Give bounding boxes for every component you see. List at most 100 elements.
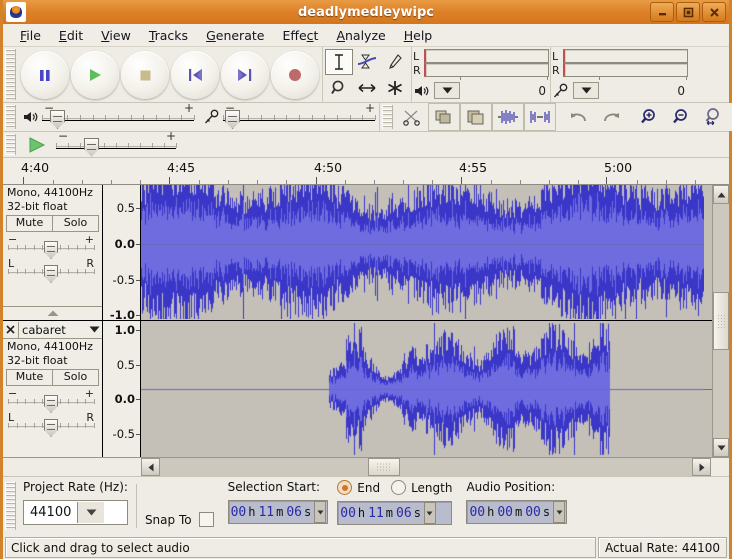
input-meter-menu-button[interactable] xyxy=(573,82,599,99)
pan-thumb[interactable] xyxy=(44,265,58,283)
vertical-scrollbar-track[interactable] xyxy=(713,204,729,438)
selection-end-spinner[interactable] xyxy=(424,502,436,524)
skip-to-end-button[interactable] xyxy=(221,51,269,99)
solo-button[interactable]: Solo xyxy=(53,369,99,386)
scroll-down-icon[interactable] xyxy=(713,438,729,457)
input-volume-slider[interactable]: − + xyxy=(223,106,375,128)
track-waveform[interactable] xyxy=(141,321,712,457)
scroll-up-icon[interactable] xyxy=(713,185,729,204)
selection-start-field[interactable]: 00 h 11 m 06 s xyxy=(228,500,329,524)
track-control-panel[interactable]: Mono, 44100Hz 32-bit float Mute Solo − + xyxy=(3,185,103,320)
input-volume-thumb[interactable] xyxy=(225,110,240,129)
horizontal-scrollbar[interactable] xyxy=(3,457,729,476)
track-pan-slider[interactable]: L R xyxy=(8,260,94,284)
window-title: deadlymedleywipc xyxy=(3,5,729,20)
cut-button[interactable] xyxy=(396,103,428,131)
menu-help[interactable]: Help xyxy=(395,26,442,45)
snap-to-checkbox[interactable] xyxy=(199,512,214,527)
playback-speed-slider[interactable]: − + xyxy=(56,134,176,156)
menu-view[interactable]: View xyxy=(92,26,140,45)
track-collapse-button[interactable] xyxy=(3,306,102,320)
timeline-ruler-row: 4:404:454:504:555:00 xyxy=(3,158,729,185)
record-button[interactable] xyxy=(271,51,319,99)
skip-to-start-button[interactable] xyxy=(171,51,219,99)
timeline-ruler[interactable]: 4:404:454:504:555:00 xyxy=(11,158,712,184)
track-gain-slider[interactable]: − + xyxy=(8,236,94,260)
stop-button[interactable] xyxy=(121,51,169,99)
track-gain-slider[interactable]: − + xyxy=(8,390,94,414)
paste-button[interactable] xyxy=(460,103,492,131)
scroll-right-icon[interactable] xyxy=(692,458,711,476)
time-shift-tool[interactable] xyxy=(353,75,381,101)
timeline-label: 5:00 xyxy=(604,160,632,175)
horizontal-scrollbar-track[interactable] xyxy=(160,458,692,476)
horizontal-scrollbar-thumb[interactable] xyxy=(368,458,400,476)
maximize-icon[interactable] xyxy=(676,2,700,22)
mute-button[interactable]: Mute xyxy=(6,369,53,386)
pause-button[interactable] xyxy=(21,51,69,99)
pan-right-label: R xyxy=(86,259,94,269)
menu-file[interactable]: File xyxy=(11,26,50,45)
copy-button[interactable] xyxy=(428,103,460,131)
solo-button[interactable]: Solo xyxy=(53,215,99,232)
zoom-tool[interactable] xyxy=(325,75,353,101)
input-meter-toolbar[interactable]: L R 0 xyxy=(551,47,689,102)
length-radio-label: Length xyxy=(411,481,452,495)
toolbar-grip[interactable] xyxy=(5,105,16,129)
track-pan-slider[interactable]: L R xyxy=(8,414,94,438)
track-waveform[interactable] xyxy=(141,185,712,320)
trim-outside-selection-button[interactable] xyxy=(492,103,524,131)
zoom-out-button[interactable] xyxy=(666,103,698,131)
toolbar-grip[interactable] xyxy=(5,49,16,100)
chevron-down-icon[interactable] xyxy=(77,502,104,523)
track-row: Mono, 44100Hz 32-bit float Mute Solo − + xyxy=(3,185,712,321)
speed-thumb[interactable] xyxy=(84,138,99,157)
timeline-label: 4:50 xyxy=(314,160,342,175)
draw-tool[interactable] xyxy=(381,49,409,75)
end-radio[interactable] xyxy=(337,480,352,495)
undo-button[interactable] xyxy=(563,103,595,131)
vertical-ruler-label: 0.5 xyxy=(117,358,135,372)
track-control-panel[interactable]: cabaret Mono, 44100Hz 32-bit float Mute … xyxy=(3,321,103,457)
redo-button[interactable] xyxy=(595,103,627,131)
menu-generate[interactable]: Generate xyxy=(197,26,273,45)
project-rate-combo[interactable]: 44100 xyxy=(23,500,128,525)
menu-analyze[interactable]: Analyze xyxy=(327,26,394,45)
actual-rate-label: Actual Rate: 44100 xyxy=(598,537,727,558)
gain-thumb[interactable] xyxy=(44,241,58,259)
vertical-scrollbar-thumb[interactable] xyxy=(713,292,729,350)
close-x-icon[interactable] xyxy=(3,322,19,338)
output-volume-thumb[interactable] xyxy=(50,110,65,129)
output-volume-slider[interactable]: − + xyxy=(42,106,194,128)
mute-button[interactable]: Mute xyxy=(6,215,53,232)
menu-tracks[interactable]: Tracks xyxy=(140,26,197,45)
menu-effect[interactable]: Effect xyxy=(273,26,327,45)
audio-position-field[interactable]: 00 h 00 m 00 s xyxy=(466,500,567,524)
play-button[interactable] xyxy=(71,51,119,99)
length-radio[interactable] xyxy=(391,480,406,495)
output-meter-menu-button[interactable] xyxy=(434,82,460,99)
fit-selection-button[interactable] xyxy=(698,103,730,131)
selection-start-spinner[interactable] xyxy=(314,501,326,523)
minimize-icon[interactable] xyxy=(650,2,674,22)
silence-selection-button[interactable] xyxy=(524,103,556,131)
envelope-tool[interactable] xyxy=(353,49,381,75)
menu-edit[interactable]: Edit xyxy=(50,26,92,45)
selection-tool[interactable] xyxy=(325,49,353,75)
zoom-in-button[interactable] xyxy=(634,103,666,131)
scroll-left-icon[interactable] xyxy=(141,458,160,476)
toolbar-grip[interactable] xyxy=(382,105,393,129)
pan-thumb[interactable] xyxy=(44,419,58,437)
play-at-speed-button[interactable] xyxy=(22,134,52,156)
toolbar-grip[interactable] xyxy=(5,134,16,155)
toolbar-grip[interactable] xyxy=(5,482,16,530)
close-icon[interactable] xyxy=(702,2,726,22)
selection-end-field[interactable]: 00 h 11 m 06 s xyxy=(337,501,452,525)
vertical-scrollbar[interactable] xyxy=(712,185,729,457)
output-meter-toolbar[interactable]: L R 0 xyxy=(412,47,551,102)
multi-tool[interactable] xyxy=(381,75,409,101)
gain-thumb[interactable] xyxy=(44,395,58,413)
track-dropdown-icon[interactable] xyxy=(86,326,102,333)
audio-position-spinner[interactable] xyxy=(553,501,565,523)
track-title-bar[interactable]: cabaret xyxy=(3,321,102,339)
